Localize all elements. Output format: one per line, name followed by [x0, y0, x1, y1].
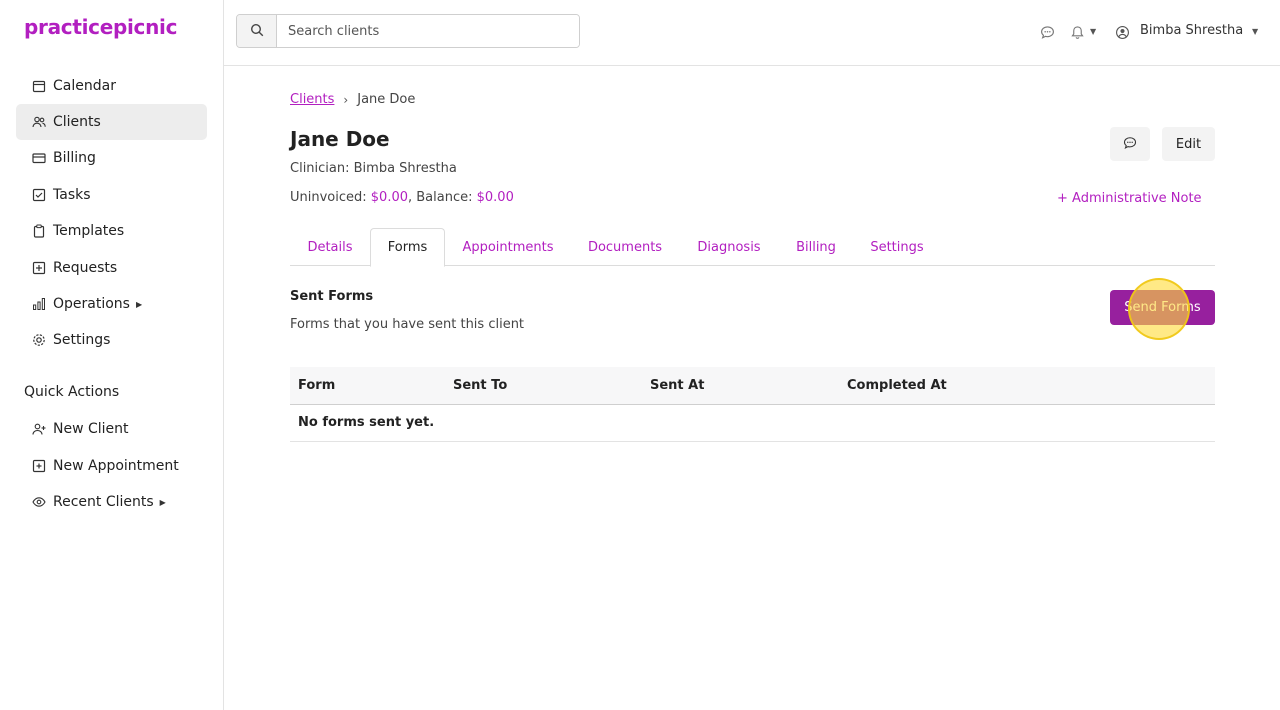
- section-title: Sent Forms: [290, 289, 374, 304]
- bar-chart-icon: [32, 297, 46, 311]
- sidebar-item-billing[interactable]: Billing: [16, 140, 207, 176]
- sidebar-item-label: Operations: [53, 296, 130, 312]
- checkbox-icon: [32, 188, 46, 202]
- uninvoiced-label: Uninvoiced:: [290, 190, 371, 205]
- user-avatar-icon[interactable]: [1114, 24, 1130, 40]
- sidebar-item-requests[interactable]: Requests: [16, 250, 207, 286]
- tab-details[interactable]: Details: [290, 228, 370, 266]
- sidebar-item-label: Templates: [53, 223, 125, 239]
- tab-billing[interactable]: Billing: [786, 228, 846, 266]
- sidebar-item-label: Billing: [53, 150, 96, 166]
- clinician-info: Clinician: Bimba Shrestha: [290, 161, 457, 176]
- caret-right-icon: ▶: [159, 497, 166, 507]
- quick-actions-title: Quick Actions: [24, 384, 120, 400]
- message-client-button[interactable]: [1110, 127, 1150, 161]
- breadcrumb-current: Jane Doe: [357, 92, 416, 107]
- calendar-icon: [32, 79, 46, 93]
- sidebar-item-label: Calendar: [53, 78, 116, 94]
- quick-action-label: New Client: [53, 421, 129, 437]
- search-input[interactable]: [277, 15, 579, 47]
- tab-appointments[interactable]: Appointments: [450, 228, 566, 266]
- quick-action-new-appointment[interactable]: New Appointment: [16, 448, 207, 484]
- column-header-sent-at: Sent At: [650, 378, 705, 393]
- quick-action-new-client[interactable]: New Client: [16, 411, 207, 447]
- sidebar-item-label: Settings: [53, 332, 111, 348]
- topbar: ▼ Bimba Shrestha ▼: [224, 0, 1280, 66]
- column-header-form: Form: [298, 378, 336, 393]
- sidebar-item-tasks[interactable]: Tasks: [16, 177, 207, 213]
- sidebar-item-label: Tasks: [53, 187, 91, 203]
- quick-action-label: Recent Clients: [53, 494, 154, 510]
- sidebar-item-label: Clients: [53, 114, 101, 130]
- tab-settings[interactable]: Settings: [860, 228, 934, 266]
- client-tabs: Details Forms Appointments Documents Dia…: [290, 228, 1215, 267]
- quick-action-label: New Appointment: [53, 458, 179, 474]
- page-title: Jane Doe: [290, 127, 390, 151]
- uninvoiced-value: $0.00: [370, 190, 408, 205]
- caret-right-icon: ▶: [135, 299, 143, 309]
- notifications-dropdown-icon[interactable]: ▼: [1090, 27, 1096, 36]
- sidebar-item-calendar[interactable]: Calendar: [16, 68, 207, 104]
- table-header: Form Sent To Sent At Completed At: [290, 367, 1215, 405]
- sidebar-item-settings[interactable]: Settings: [16, 322, 207, 358]
- user-menu[interactable]: Bimba Shrestha: [1140, 23, 1243, 38]
- user-plus-icon: [32, 422, 46, 436]
- edit-client-button[interactable]: Edit: [1162, 127, 1215, 161]
- column-header-sent-to: Sent To: [453, 378, 508, 393]
- eye-icon: [32, 495, 46, 509]
- users-icon: [32, 115, 46, 129]
- send-forms-button[interactable]: Send Forms: [1110, 290, 1215, 325]
- quick-action-recent-clients[interactable]: Recent Clients ▶: [16, 484, 207, 520]
- search-icon: [250, 22, 264, 41]
- balance-info: Uninvoiced: $0.00, Balance: $0.00: [290, 190, 514, 205]
- plus-square-icon: [32, 261, 46, 275]
- sidebar-item-templates[interactable]: Templates: [16, 213, 207, 249]
- chat-icon: [1123, 135, 1137, 154]
- add-administrative-note-link[interactable]: + Administrative Note: [1057, 191, 1202, 206]
- breadcrumb: Clients › Jane Doe: [290, 92, 415, 107]
- balance-label: , Balance:: [408, 190, 477, 205]
- calendar-plus-icon: [32, 459, 46, 473]
- user-dropdown-icon[interactable]: ▼: [1252, 27, 1258, 36]
- tab-diagnosis[interactable]: Diagnosis: [686, 228, 772, 266]
- bell-icon[interactable]: [1069, 24, 1085, 40]
- balance-value: $0.00: [476, 190, 514, 205]
- tab-forms[interactable]: Forms: [370, 228, 445, 267]
- sidebar-item-operations[interactable]: Operations ▶: [16, 286, 207, 322]
- gear-icon: [32, 333, 46, 347]
- chat-icon[interactable]: [1039, 24, 1055, 40]
- search-bar: [236, 14, 580, 48]
- forms-table: Form Sent To Sent At Completed At No for…: [290, 367, 1215, 442]
- clipboard-icon: [32, 224, 46, 238]
- section-description: Forms that you have sent this client: [290, 317, 525, 332]
- column-header-completed-at: Completed At: [847, 378, 947, 393]
- breadcrumb-clients-link[interactable]: Clients: [290, 92, 334, 107]
- chevron-right-icon: ›: [343, 92, 349, 107]
- sidebar: practicepicnic Calendar Clients Billing …: [0, 0, 224, 710]
- search-button[interactable]: [237, 15, 277, 47]
- sidebar-item-clients[interactable]: Clients: [16, 104, 207, 140]
- credit-card-icon: [32, 151, 46, 165]
- empty-state-text: No forms sent yet.: [298, 415, 435, 430]
- sidebar-item-label: Requests: [53, 260, 118, 276]
- logo[interactable]: practicepicnic: [24, 15, 177, 39]
- tab-documents[interactable]: Documents: [576, 228, 674, 266]
- table-row: No forms sent yet.: [290, 405, 1215, 442]
